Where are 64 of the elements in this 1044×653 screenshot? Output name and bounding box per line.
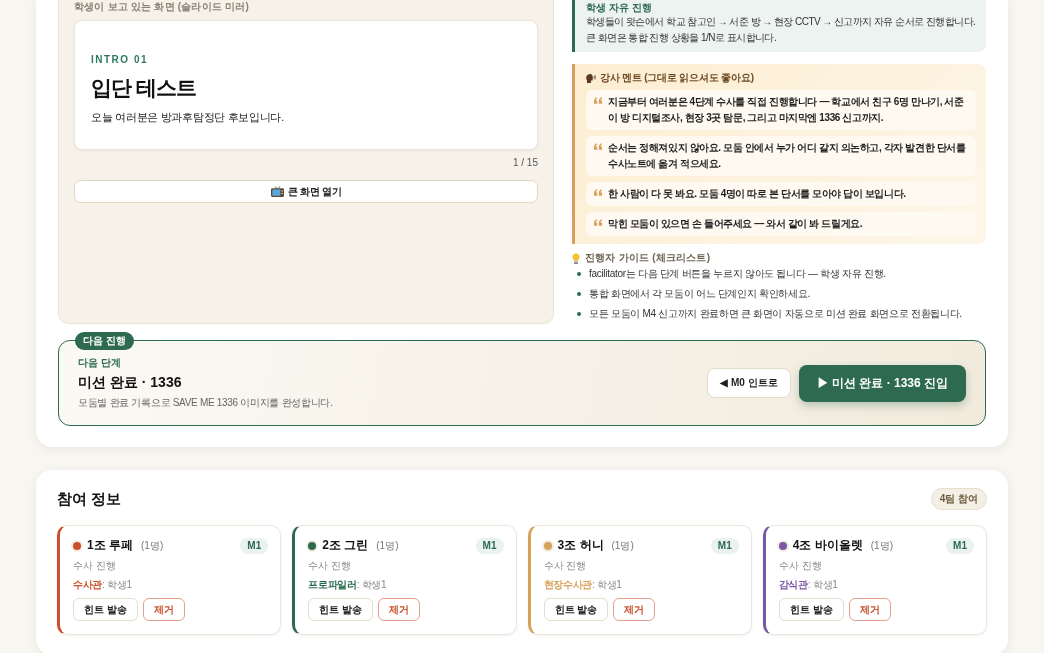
quote-text: 막힌 모둠이 있으면 손 들어주세요 — 와서 같이 봐 드릴게요.	[608, 217, 863, 231]
quote-text: 지금부터 여러분은 4단계 수사를 직접 진행합니다 — 학교에서 친구 6명 만나기, 서준이 방 디지털조사, 현장 3곳 탐문, 그리고 마지막엔 1336 신고까지.	[608, 95, 965, 125]
quote-icon	[594, 97, 602, 104]
bullet-icon	[577, 292, 581, 296]
remove-button[interactable]: 제거	[613, 598, 656, 621]
note-title: 학생 자유 진행	[586, 1, 652, 14]
hint-button[interactable]: 힌트 발송	[543, 598, 609, 621]
hint-button[interactable]: 힌트 발송	[778, 598, 844, 621]
guide-item: facilitator는 다음 단계 버튼을 누르지 않아도 됩니다 — 학생 자유 진행.	[589, 267, 886, 281]
bullet-icon	[577, 272, 581, 276]
member-count: (1명)	[376, 538, 399, 553]
guide-item: 모든 모둠이 M4 신고까지 완료하면 큰 화면이 자동으로 미션 완료 화면으로 전환됩니다.	[589, 307, 962, 321]
quote-icon	[594, 143, 602, 150]
remove-button[interactable]: 제거	[142, 598, 185, 621]
role-line: 감식관: 학생1	[778, 578, 838, 591]
team-count-badge: 4팀 참여	[930, 488, 987, 510]
team-status: 수사 진행	[778, 559, 822, 572]
quote-text: 한 사람이 다 못 봐요. 모둠 4명이 따로 본 단서를 모아야 답이 보입니다.	[608, 187, 906, 201]
stage-badge: M1	[710, 537, 739, 554]
stage-badge: M1	[475, 537, 504, 554]
team-name: 4조 바이올렛	[792, 537, 863, 554]
slide-body: 오늘 여러분은 방과후탐정단 후보입니다.	[91, 110, 284, 125]
role-line: 현장수사관: 학생1	[543, 578, 622, 591]
start-mission-button[interactable]: ▶ 미션 완료 · 1336 진입	[798, 364, 966, 402]
slide-counter: 1 / 15	[512, 157, 538, 169]
participants-title: 참여 정보	[57, 489, 122, 509]
team-name: 1조 루페	[87, 537, 133, 554]
quote-icon	[594, 219, 602, 226]
hint-button[interactable]: 힌트 발송	[308, 598, 374, 621]
member-count: (1명)	[611, 538, 634, 553]
role-line: 수사관: 학생1	[73, 578, 132, 591]
hint-button[interactable]: 힌트 발송	[73, 598, 138, 621]
team-status: 수사 진행	[308, 559, 352, 572]
member-count: (1명)	[141, 538, 164, 553]
team-status: 수사 진행	[73, 559, 116, 572]
stage-badge: M1	[240, 537, 269, 554]
previous-step-button[interactable]: ◀ M0 인트로	[707, 368, 791, 398]
preview-label: 학생이 보고 있는 화면 (슬라이드 미러)	[74, 0, 249, 13]
next-label: 다음 단계	[78, 357, 121, 369]
note-text: 학생들이 왓슨에서 학교 참고인 → 서준 방 → 현장 CCTV → 신고까지 자유 순서로 진행합니다.	[586, 15, 976, 29]
lightbulb-icon	[572, 252, 580, 264]
team-name: 2조 그린	[322, 537, 369, 554]
quote-text: 순서는 정해져있지 않아요. 모둠 안에서 누가 어디 갈지 의논하고, 각자 발견한 단서를 수사노트에 옮겨 적으세요.	[608, 141, 967, 171]
script-title: 강사 멘트 (그대로 읽으셔도 좋아요)	[600, 72, 754, 84]
team-name: 3조 허니	[557, 537, 604, 554]
tv-icon	[270, 186, 284, 197]
quote-icon	[594, 189, 602, 196]
next-title: 미션 완료 · 1336	[78, 374, 182, 391]
remove-button[interactable]: 제거	[378, 598, 421, 621]
guide-item: 통합 화면에서 각 모둠이 어느 단계인지 확인하세요.	[589, 287, 811, 301]
slide-title: 입단 테스트	[91, 75, 196, 101]
note-text: 큰 화면은 통합 진행 상황을 1/N로 표시합니다.	[586, 31, 777, 45]
team-status: 수사 진행	[543, 559, 587, 572]
next-badge: 다음 진행	[75, 332, 134, 350]
role-line: 프로파일러: 학생1	[308, 578, 387, 591]
member-count: (1명)	[870, 538, 893, 553]
next-description: 모둠별 완료 기록으로 SAVE ME 1336 이미지를 완성합니다.	[78, 396, 333, 409]
open-screen-button[interactable]: 큰 화면 열기	[74, 180, 538, 203]
guide-title: 진행자 가이드 (체크리스트)	[585, 252, 711, 264]
remove-button[interactable]: 제거	[848, 598, 891, 621]
bullet-icon	[577, 312, 581, 316]
stage-badge: M1	[946, 537, 974, 554]
speaking-head-icon	[586, 73, 596, 83]
slide-eyebrow: INTRO 01	[91, 54, 148, 66]
